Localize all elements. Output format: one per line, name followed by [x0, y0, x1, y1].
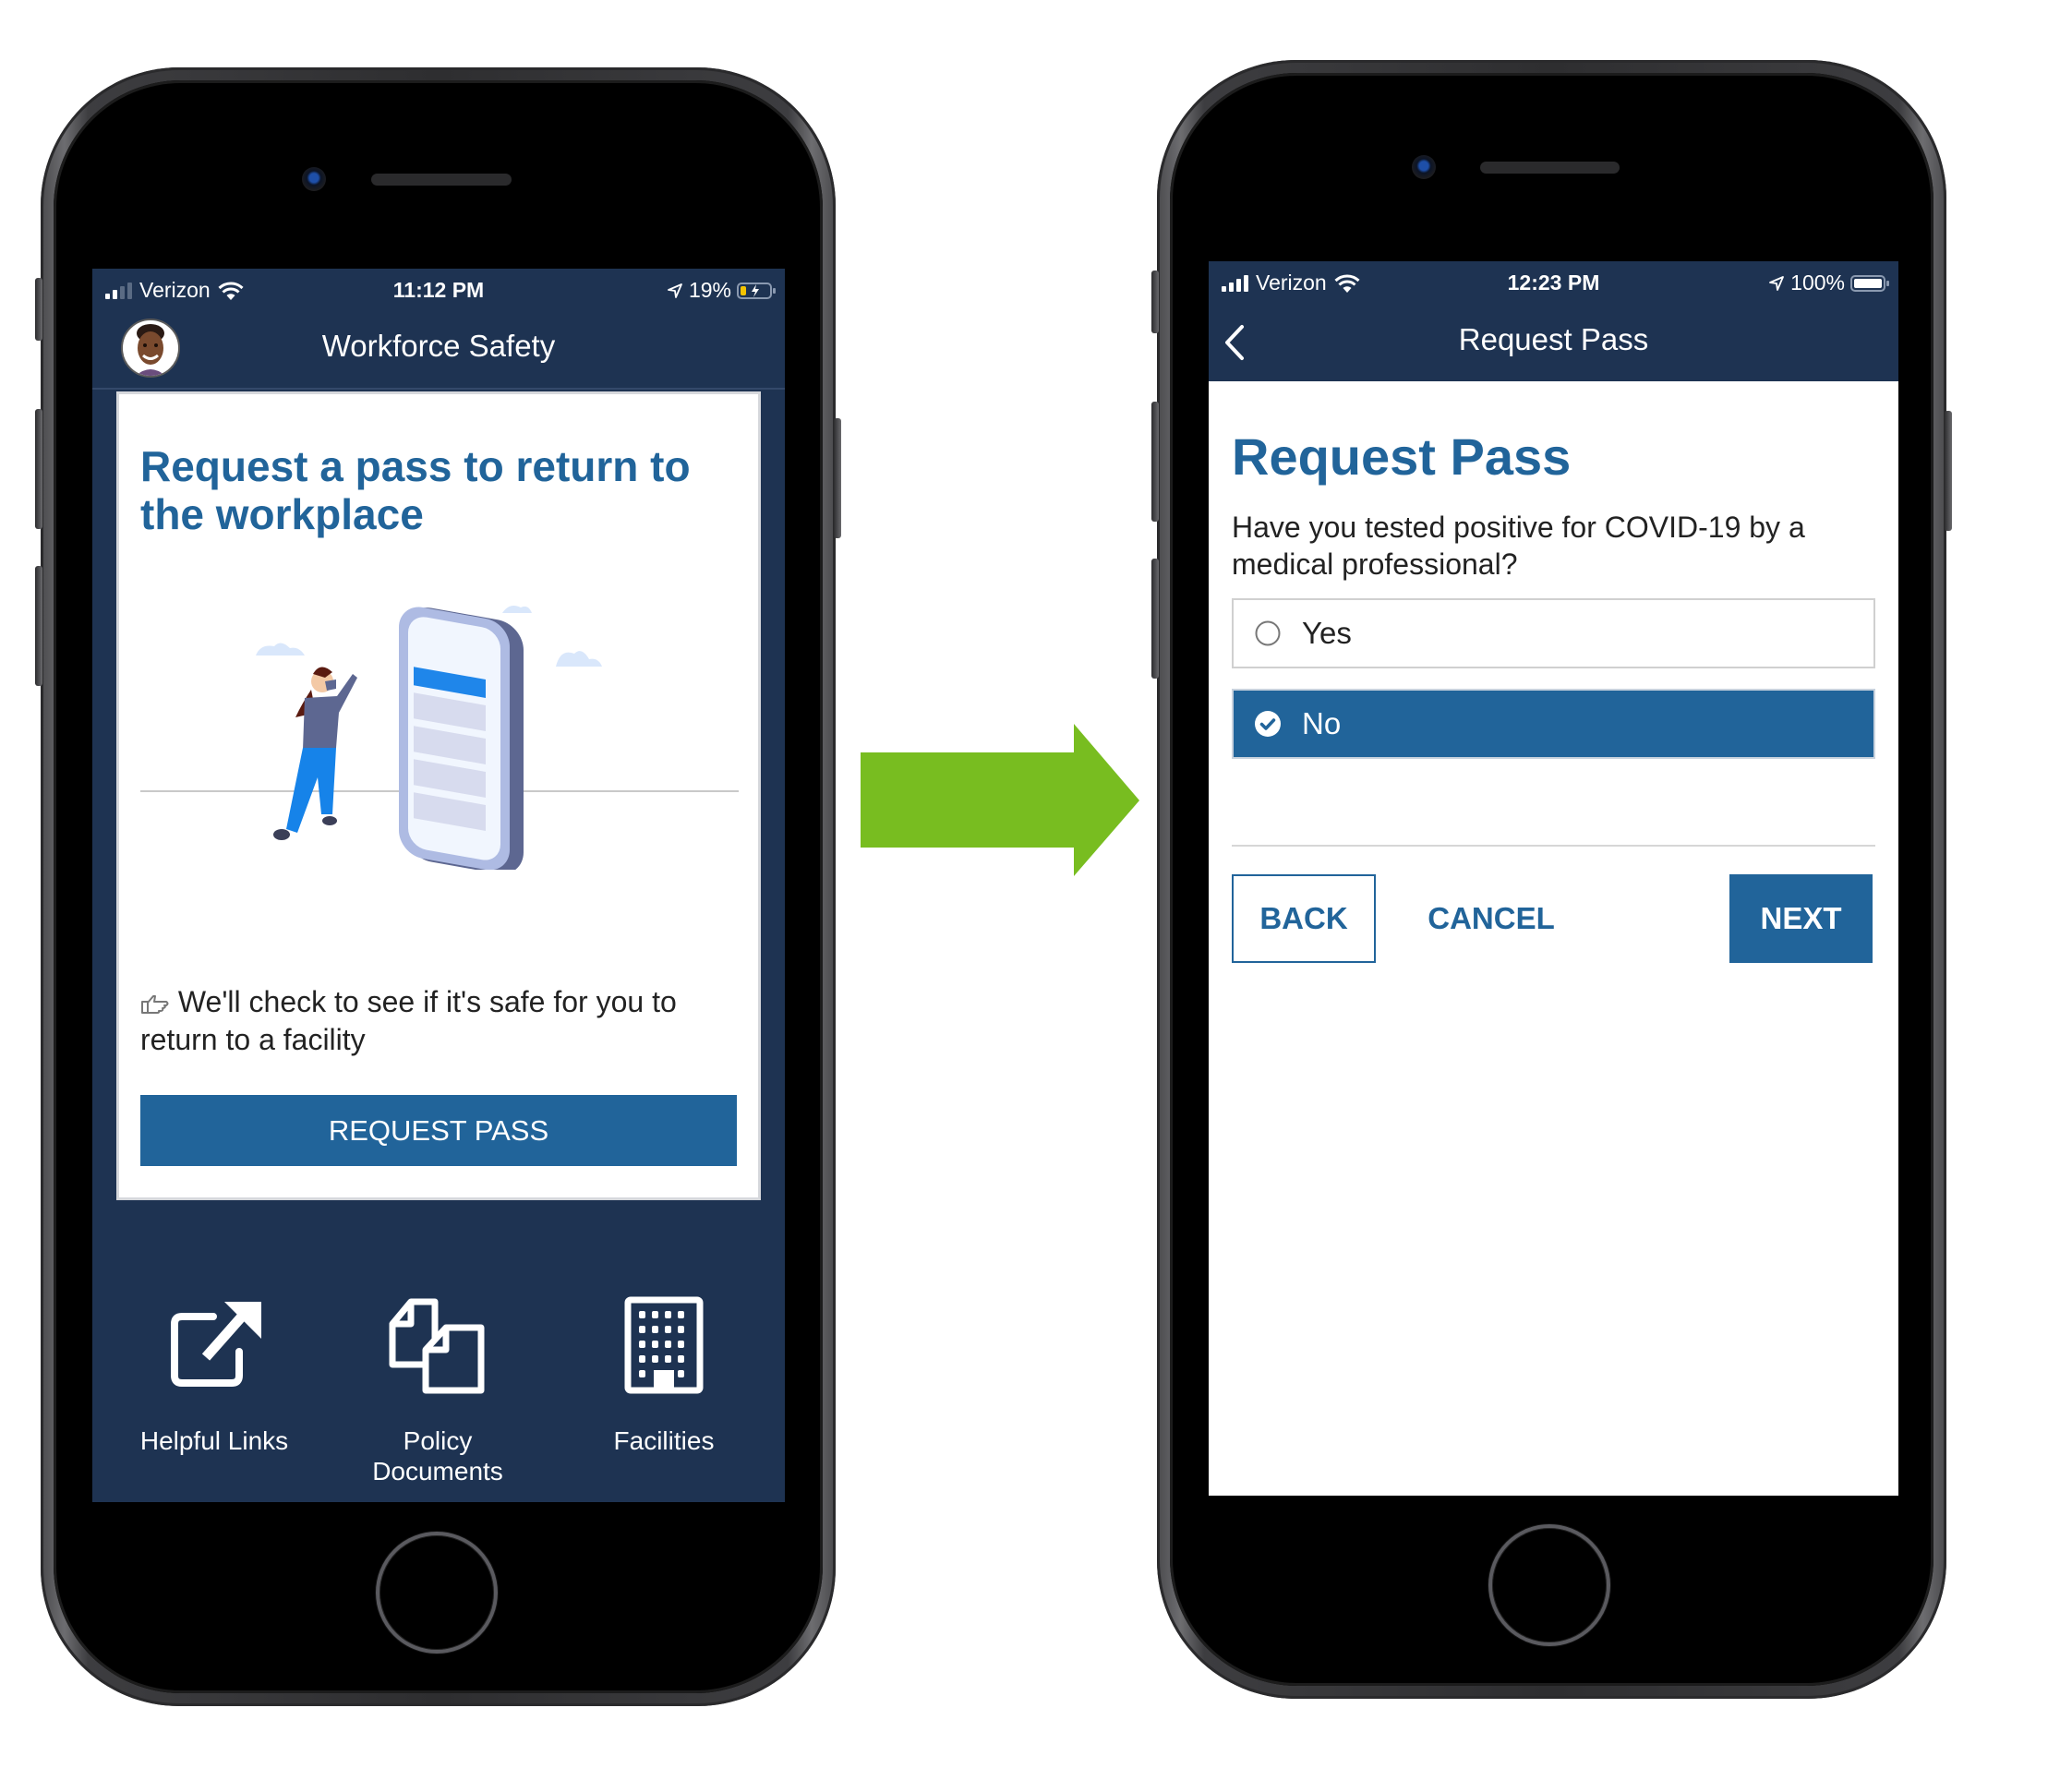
request-pass-card: Request a pass to return to the workplac… — [116, 391, 761, 1200]
battery-charging-icon — [737, 282, 776, 299]
woman-wearing-mask-using-giant-phone-illustration — [140, 606, 739, 870]
status-bar: Verizon 11:12 PM 19% — [92, 269, 785, 309]
nav-title: Workforce Safety — [321, 329, 556, 363]
thumbs-up-pointing-icon — [141, 995, 169, 1014]
tile-policy-documents[interactable]: Policy Documents — [345, 1296, 530, 1486]
divider — [1232, 845, 1875, 847]
front-camera — [1412, 155, 1436, 179]
nav-bar: Workforce Safety — [92, 309, 785, 390]
cancel-button[interactable]: CANCEL — [1417, 874, 1565, 963]
front-camera — [302, 167, 326, 191]
tile-label: Facilities — [613, 1426, 715, 1455]
earpiece-speaker — [371, 174, 512, 186]
power-button — [1945, 411, 1952, 531]
tile-facilities[interactable]: Facilities — [572, 1296, 756, 1456]
tile-label: Policy — [403, 1426, 473, 1455]
location-arrow-icon — [1769, 275, 1785, 291]
volume-down-button — [1151, 559, 1159, 679]
external-link-icon — [171, 1302, 261, 1387]
battery-full-icon — [1850, 274, 1889, 292]
radio-unchecked-icon — [1254, 619, 1282, 647]
location-arrow-icon — [668, 283, 682, 298]
nav-bar: Request Pass — [1209, 302, 1898, 381]
right-arrow-icon — [861, 724, 1139, 876]
info-text: We'll check to see if it's safe for you … — [140, 985, 677, 1056]
volume-down-button — [35, 566, 42, 686]
option-label: Yes — [1302, 616, 1352, 650]
home-button[interactable] — [376, 1532, 498, 1654]
screen-dashboard: Verizon 11:12 PM 19% Workforce Safety Re… — [92, 269, 785, 1502]
mute-switch — [35, 278, 42, 341]
back-button[interactable]: BACK — [1232, 874, 1376, 963]
tile-label: Helpful Links — [139, 1426, 289, 1455]
tile-helpful-links[interactable]: Helpful Links — [122, 1296, 307, 1456]
power-button — [834, 418, 841, 538]
documents-icon — [389, 1298, 485, 1394]
status-bar: Verizon 12:23 PM 100% — [1209, 261, 1898, 302]
option-no[interactable]: No — [1232, 689, 1875, 759]
next-button[interactable]: NEXT — [1729, 874, 1873, 963]
screen-request-pass: Verizon 12:23 PM 100% Request Pass Reque… — [1209, 261, 1898, 1496]
question-text: Have you tested positive for COVID-19 by… — [1232, 511, 1805, 581]
nav-title: Request Pass — [1458, 322, 1649, 356]
tile-label-line2: Documents — [372, 1457, 503, 1485]
radio-checked-icon — [1254, 710, 1282, 738]
home-button[interactable] — [1488, 1524, 1610, 1646]
request-pass-button[interactable]: REQUEST PASS — [140, 1095, 737, 1166]
volume-up-button — [35, 409, 42, 529]
option-yes[interactable]: Yes — [1232, 598, 1875, 668]
card-heading: Request a pass to return to the workplac… — [140, 442, 691, 538]
mute-switch — [1151, 271, 1159, 333]
battery-percent: 100% — [1790, 271, 1845, 295]
form-heading: Request Pass — [1232, 427, 1572, 486]
battery-percent: 19% — [688, 278, 731, 302]
building-icon — [624, 1296, 704, 1394]
earpiece-speaker — [1480, 162, 1620, 174]
volume-up-button — [1151, 402, 1159, 522]
option-label: No — [1302, 706, 1342, 740]
